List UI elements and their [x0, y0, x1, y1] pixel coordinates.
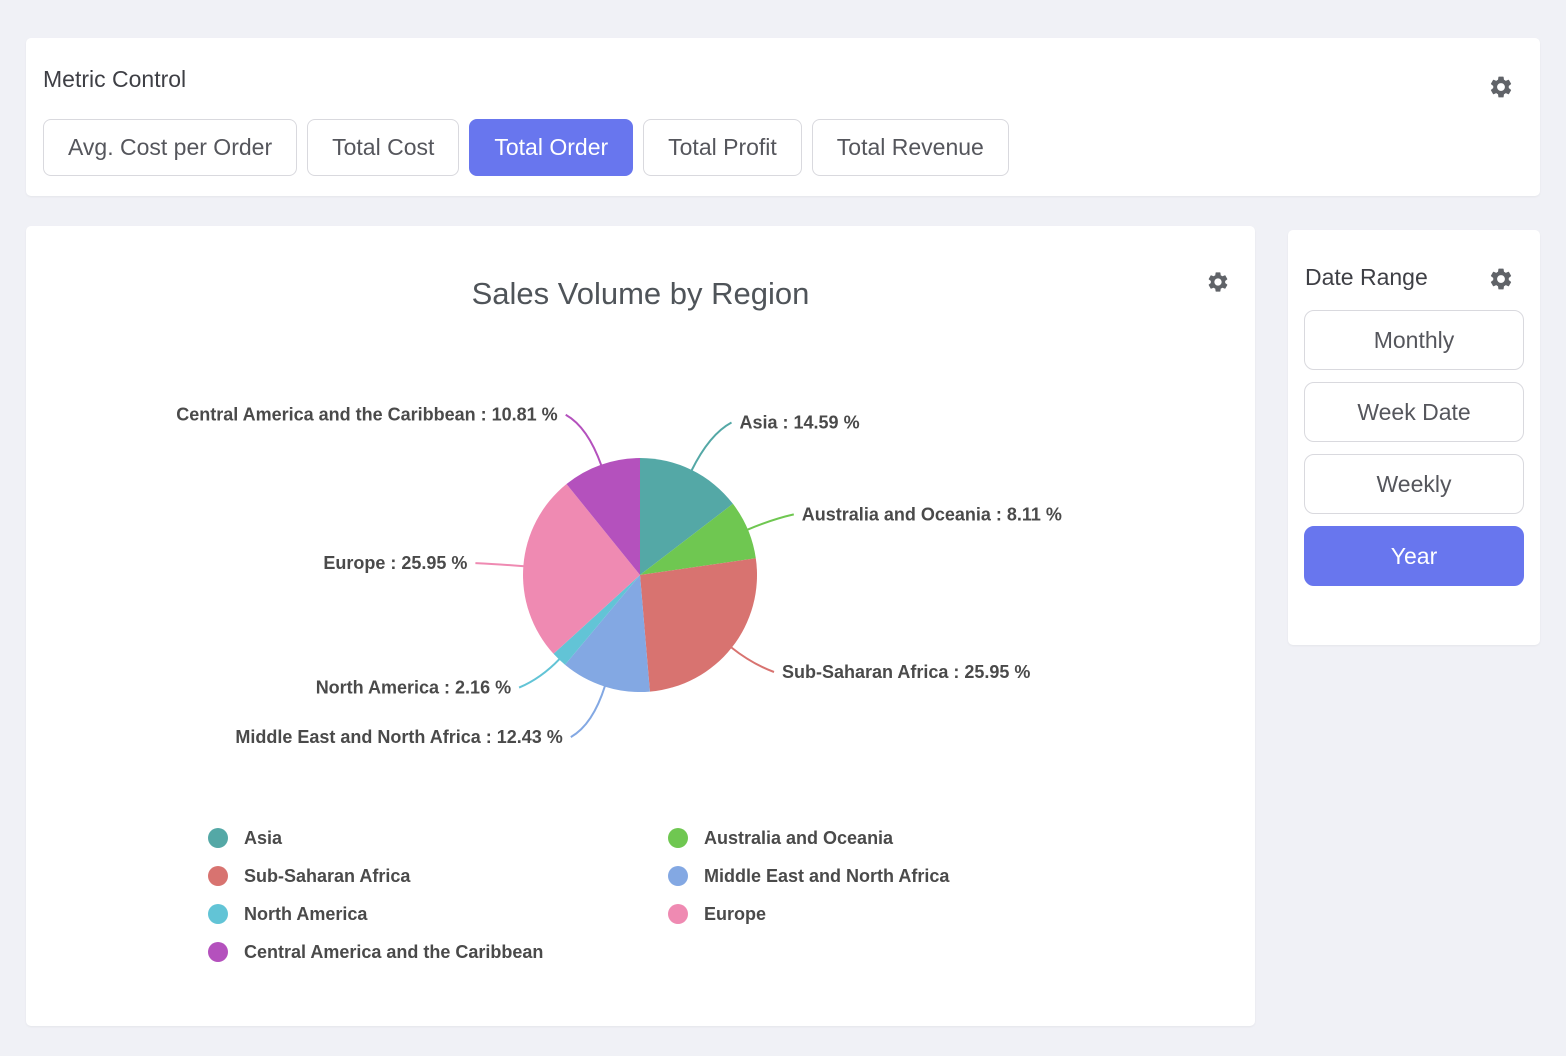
date-range-panel: Date Range Monthly Week Date Weekly Year	[1288, 230, 1540, 645]
pie-slice-label-australia-and-oceania: Australia and Oceania : 8.11 %	[802, 504, 1062, 524]
pie-slice-label-asia: Asia : 14.59 %	[740, 413, 860, 433]
date-range-button-group: Monthly Week Date Weekly Year	[1304, 310, 1524, 586]
chart-legend: Asia Australia and Oceania Sub-Saharan Afr…	[208, 819, 949, 971]
metric-button-total-profit[interactable]: Total Profit	[643, 119, 802, 176]
date-range-button-monthly[interactable]: Monthly	[1304, 310, 1524, 370]
legend-dot-icon	[208, 942, 228, 962]
legend-item-asia[interactable]: Asia	[208, 819, 668, 857]
metric-button-total-cost[interactable]: Total Cost	[307, 119, 459, 176]
legend-dot-icon	[208, 904, 228, 924]
pie-label-leader-line	[571, 686, 605, 738]
legend-dot-icon	[668, 904, 688, 924]
legend-item-north-america[interactable]: North America	[208, 895, 668, 933]
legend-dot-icon	[668, 828, 688, 848]
pie-label-leader-line	[475, 563, 524, 566]
legend-label: Central America and the Caribbean	[244, 942, 543, 963]
legend-item-australia-and-oceania[interactable]: Australia and Oceania	[668, 819, 949, 857]
legend-item-europe[interactable]: Europe	[668, 895, 949, 933]
pie-label-leader-line	[566, 415, 602, 466]
legend-label: North America	[244, 904, 367, 925]
legend-label: Europe	[704, 904, 766, 925]
metric-control-title: Metric Control	[43, 66, 186, 93]
dashboard-page: Metric Control Avg. Cost per OrderTotal …	[0, 0, 1566, 1056]
pie-slice-label-north-america: North America : 2.16 %	[316, 678, 511, 698]
metric-button-avg-cost-per-order[interactable]: Avg. Cost per Order	[43, 119, 297, 176]
pie-slice-label-europe: Europe : 25.95 %	[323, 553, 467, 573]
legend-dot-icon	[208, 866, 228, 886]
legend-item-sub-saharan-africa[interactable]: Sub-Saharan Africa	[208, 857, 668, 895]
pie-slice-label-central-america-and-the-caribbean: Central America and the Caribbean : 10.8…	[176, 405, 557, 425]
legend-dot-icon	[208, 828, 228, 848]
pie-label-leader-line	[519, 659, 560, 688]
legend-dot-icon	[668, 866, 688, 886]
gear-icon	[1488, 266, 1514, 292]
pie-label-leader-line	[731, 647, 774, 672]
pie-label-leader-line	[691, 423, 731, 472]
settings-icon[interactable]	[1488, 266, 1514, 292]
pie-slice-sub-saharan-africa[interactable]	[640, 558, 757, 691]
legend-label: Sub-Saharan Africa	[244, 866, 410, 887]
date-range-button-week-date[interactable]: Week Date	[1304, 382, 1524, 442]
metric-button-total-order[interactable]: Total Order	[469, 119, 633, 176]
chart-panel: Sales Volume by Region Asia : 14.59 %Aus…	[26, 226, 1255, 1026]
settings-icon[interactable]	[1488, 74, 1514, 100]
legend-label: Australia and Oceania	[704, 828, 893, 849]
metric-button-total-revenue[interactable]: Total Revenue	[812, 119, 1009, 176]
gear-icon	[1488, 74, 1514, 100]
legend-item-central-america-and-the-caribbean[interactable]: Central America and the Caribbean	[208, 933, 668, 971]
metric-button-group: Avg. Cost per OrderTotal CostTotal Order…	[43, 119, 1009, 176]
pie-label-leader-line	[747, 514, 794, 530]
metric-control-panel: Metric Control Avg. Cost per OrderTotal …	[26, 38, 1540, 196]
pie-slice-label-sub-saharan-africa: Sub-Saharan Africa : 25.95 %	[782, 662, 1030, 682]
legend-label: Asia	[244, 828, 282, 849]
legend-label: Middle East and North Africa	[704, 866, 949, 887]
date-range-title: Date Range	[1305, 264, 1428, 291]
pie-slice-label-middle-east-and-north-africa: Middle East and North Africa : 12.43 %	[235, 727, 562, 747]
legend-item-middle-east-and-north-africa[interactable]: Middle East and North Africa	[668, 857, 949, 895]
date-range-button-year[interactable]: Year	[1304, 526, 1524, 586]
date-range-button-weekly[interactable]: Weekly	[1304, 454, 1524, 514]
